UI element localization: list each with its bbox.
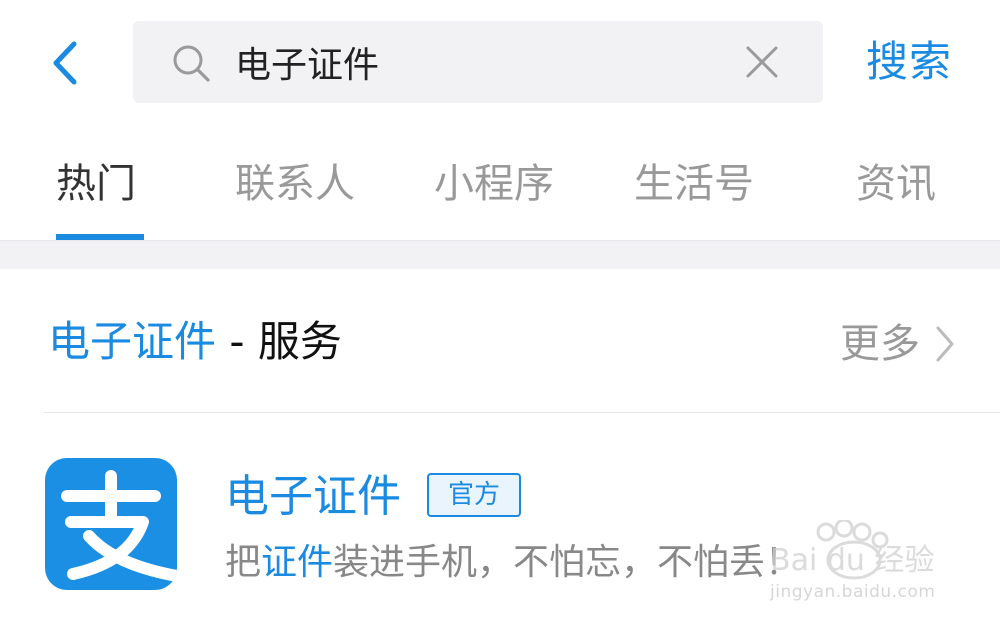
alipay-zhi-icon <box>61 470 177 582</box>
tab-life-accounts[interactable]: 生活号 <box>634 158 754 210</box>
tab-contacts[interactable]: 联系人 <box>235 158 355 210</box>
search-icon <box>173 45 210 82</box>
top-bar: 搜索 <box>0 0 1000 125</box>
section-title: 电子证件 - 服务 <box>48 314 342 370</box>
tab-bar: 热门 联系人 小程序 生活号 资讯 <box>0 130 1000 240</box>
search-box[interactable] <box>133 21 823 103</box>
tab-news[interactable]: 资讯 <box>856 158 936 210</box>
desc-prefix: 把 <box>225 542 262 583</box>
result-description: 把证件装进手机，不怕忘，不怕丢！ <box>225 538 801 588</box>
more-button[interactable]: 更多 <box>840 316 956 372</box>
tab-mini-programs[interactable]: 小程序 <box>434 158 554 210</box>
official-badge: 官方 <box>427 473 521 517</box>
desc-suffix: 装进手机，不怕忘，不怕丢！ <box>333 542 802 583</box>
chevron-left-icon <box>53 41 77 85</box>
alipay-logo <box>45 458 177 590</box>
desc-keyword: 证件 <box>261 542 334 583</box>
section-title-suffix: - 服务 <box>216 317 342 366</box>
tab-hot[interactable]: 热门 <box>56 158 136 210</box>
chevron-right-icon <box>936 326 954 362</box>
section-gap <box>0 240 1000 269</box>
section-header: 电子证件 - 服务 更多 <box>0 268 1000 413</box>
result-item[interactable]: 电子证件 官方 把证件装进手机，不怕忘，不怕丢！ <box>0 413 1000 625</box>
more-label: 更多 <box>840 321 920 367</box>
result-title: 电子证件 <box>225 471 401 522</box>
search-button[interactable]: 搜索 <box>866 36 952 88</box>
close-icon[interactable] <box>744 44 780 80</box>
back-button[interactable] <box>40 38 90 88</box>
search-input[interactable] <box>235 21 735 103</box>
section-title-keyword: 电子证件 <box>48 317 217 366</box>
